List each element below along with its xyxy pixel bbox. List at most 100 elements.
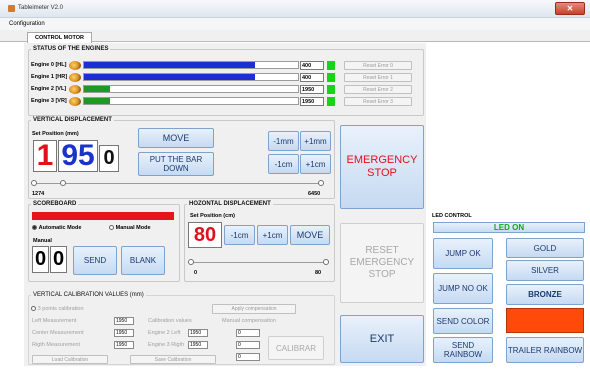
left-measurement-label: Left Measurement xyxy=(32,318,77,324)
emergency-stop-button[interactable]: EMERGENCY STOP xyxy=(340,125,424,209)
manual-mode-label: Manual Mode xyxy=(115,225,151,232)
left-measurement-input[interactable]: 1950 xyxy=(114,317,134,325)
jump-no-ok-button[interactable]: JUMP NO OK xyxy=(433,273,493,304)
engine-row: Engine 1 [HR] 400 Reset Error 1 xyxy=(31,73,421,82)
engine-value: 400 xyxy=(300,73,324,82)
score-digit-2[interactable]: 0 xyxy=(50,246,67,273)
engine-row: Engine 2 [VL] 1950 Reset Error 2 xyxy=(31,85,421,94)
engine-icon xyxy=(69,61,81,70)
radio-dot xyxy=(32,225,37,230)
vertical-set-position-label: Set Position (mm) xyxy=(32,131,79,137)
engine3-right-label: Engine 3 Rigth xyxy=(148,342,185,348)
engine-bar-fill xyxy=(84,74,256,80)
engine-status-led xyxy=(327,97,335,106)
save-calibration-button[interactable]: Save Calibration xyxy=(130,355,216,364)
reset-emergency-stop-button[interactable]: RESET EMERGENCY STOP xyxy=(340,223,424,303)
engine-bar xyxy=(83,61,299,69)
engine-value: 1950 xyxy=(300,85,324,94)
exit-button[interactable]: EXIT xyxy=(340,315,424,363)
score-digit-1[interactable]: 0 xyxy=(32,246,49,273)
reset-error-button[interactable]: Reset Error 1 xyxy=(344,73,412,82)
right-measurement-label: Rigth Measurement xyxy=(32,342,80,348)
scoreboard-blank-button[interactable]: BLANK xyxy=(121,246,165,275)
vertical-slider-max-thumb[interactable] xyxy=(318,180,324,186)
engine-label: Engine 0 [HL] xyxy=(31,62,67,68)
led-control-title: LED CONTROL xyxy=(432,213,472,219)
vertical-title: VERTICAL DISPLACEMENT xyxy=(33,117,112,123)
engine-label: Engine 2 [VL] xyxy=(31,86,67,92)
menu-bar: Configuration xyxy=(0,18,590,30)
app-icon xyxy=(8,5,15,12)
vertical-slider-track[interactable] xyxy=(34,183,322,184)
send-color-button[interactable]: SEND COLOR xyxy=(433,308,493,334)
radio-dot xyxy=(31,306,36,311)
window-title: Tableimeter V2.0 xyxy=(18,5,64,11)
vertical-digit-1[interactable]: 1 xyxy=(33,139,57,172)
horizontal-slider-min: 0 xyxy=(194,270,198,276)
engine-value: 1950 xyxy=(300,97,324,106)
vertical-move-button[interactable]: MOVE xyxy=(138,128,214,148)
radio-dot xyxy=(109,225,114,230)
menu-configuration[interactable]: Configuration xyxy=(9,21,45,27)
right-measurement-input[interactable]: 1950 xyxy=(114,341,134,349)
scoreboard-send-button[interactable]: SEND xyxy=(73,246,117,275)
compensation-input-3[interactable]: 0 xyxy=(236,353,260,361)
horizontal-slider-track[interactable] xyxy=(191,262,329,263)
horizontal-value[interactable]: 80 xyxy=(188,222,222,248)
compensation-input-2[interactable]: 0 xyxy=(236,341,260,349)
scoreboard-title: SCOREBOARD xyxy=(33,201,77,207)
horizontal-slider-thumb[interactable] xyxy=(323,259,329,265)
load-calibration-button[interactable]: Load Calibration xyxy=(32,355,108,364)
vertical-slider-thumb[interactable] xyxy=(60,180,66,186)
reset-error-button[interactable]: Reset Error 2 xyxy=(344,85,412,94)
engine-label: Engine 3 [VR] xyxy=(31,98,67,104)
three-point-radio[interactable]: 3 points calibration xyxy=(31,306,84,312)
minus-1cm-button[interactable]: -1cm xyxy=(268,154,299,174)
vertical-slider-min-thumb[interactable] xyxy=(31,180,37,186)
scoreboard-display xyxy=(32,212,174,220)
engine-bar-fill xyxy=(84,62,256,68)
engines-title: STATUS OF THE ENGINES xyxy=(33,46,109,52)
engine-row: Engine 0 [HL] 400 Reset Error 0 xyxy=(31,61,421,70)
vertical-digit-3[interactable]: 0 xyxy=(99,145,119,172)
jump-ok-button[interactable]: JUMP OK xyxy=(433,238,493,269)
center-measurement-input[interactable]: 1950 xyxy=(114,329,134,337)
send-rainbow-button[interactable]: SEND RAINBOW xyxy=(433,337,493,363)
plus-1mm-button[interactable]: +1mm xyxy=(300,131,331,151)
put-bar-down-button[interactable]: PUT THE BAR DOWN xyxy=(138,152,214,176)
engine3-right-input[interactable]: 1950 xyxy=(188,341,208,349)
engine2-left-input[interactable]: 1950 xyxy=(188,329,208,337)
engine-value: 400 xyxy=(300,61,324,70)
color-swatch[interactable] xyxy=(506,308,584,333)
tab-control-motor[interactable]: CONTROL MOTOR xyxy=(27,32,92,43)
minus-1mm-button[interactable]: -1mm xyxy=(268,131,299,151)
engine-bar xyxy=(83,85,299,93)
engine-bar xyxy=(83,73,299,81)
automatic-mode-radio[interactable]: Automatic Mode xyxy=(32,225,81,231)
center-measurement-label: Center Measurement xyxy=(32,330,84,336)
calibration-title: VERTICAL CALIBRATION VALUES (mm) xyxy=(33,292,144,298)
engine-icon xyxy=(69,97,81,106)
horizontal-move-button[interactable]: MOVE xyxy=(290,225,330,245)
compensation-input-1[interactable]: 0 xyxy=(236,329,260,337)
silver-button[interactable]: SILVER xyxy=(506,260,584,281)
apply-compensation-button[interactable]: Apply compensation xyxy=(212,304,296,314)
horizontal-title: HOZONTAL DISPLACEMENT xyxy=(189,201,271,207)
close-button[interactable]: ✕ xyxy=(555,2,585,15)
reset-error-button[interactable]: Reset Error 3 xyxy=(344,97,412,106)
engine-status-led xyxy=(327,73,335,82)
reset-error-button[interactable]: Reset Error 0 xyxy=(344,61,412,70)
engine-status-led xyxy=(327,61,335,70)
bronze-button[interactable]: BRONZE xyxy=(506,284,584,305)
led-on-status[interactable]: LED ON xyxy=(433,222,585,233)
trailer-rainbow-button[interactable]: TRAILER RAINBOW xyxy=(506,337,584,363)
vertical-digit-2[interactable]: 95 xyxy=(58,139,98,172)
horizontal-slider-min-thumb[interactable] xyxy=(188,259,194,265)
manual-mode-radio[interactable]: Manual Mode xyxy=(109,225,151,231)
horizontal-plus-1cm-button[interactable]: +1cm xyxy=(257,225,288,245)
engine2-left-label: Engine 2 Left xyxy=(148,330,181,336)
plus-1cm-button[interactable]: +1cm xyxy=(300,154,331,174)
calibrar-button[interactable]: CALIBRAR xyxy=(268,336,324,360)
gold-button[interactable]: GOLD xyxy=(506,238,584,258)
horizontal-minus-1cm-button[interactable]: -1cm xyxy=(224,225,255,245)
